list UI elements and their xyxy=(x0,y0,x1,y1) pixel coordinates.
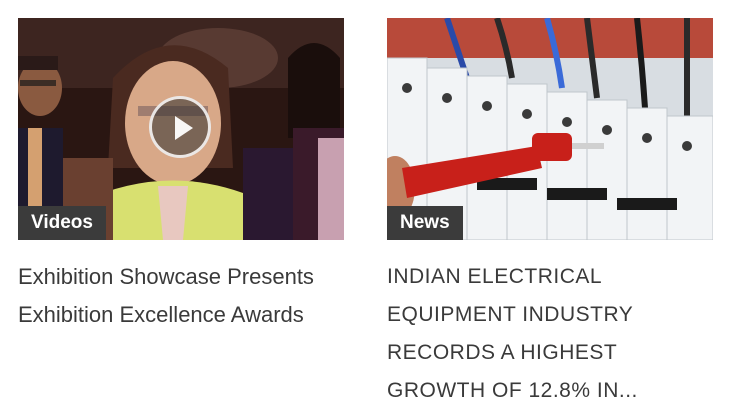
card-title[interactable]: INDIAN ELECTRICAL EQUIPMENT INDUSTRY REC… xyxy=(387,258,713,410)
category-badge[interactable]: News xyxy=(387,206,463,240)
video-thumbnail[interactable]: Videos xyxy=(18,18,344,240)
content-card-videos[interactable]: Videos Exhibition Showcase Presents Exhi… xyxy=(18,18,344,334)
news-thumbnail[interactable]: News xyxy=(387,18,713,240)
play-icon xyxy=(175,116,193,140)
play-button[interactable] xyxy=(149,96,211,158)
content-card-news[interactable]: News INDIAN ELECTRICAL EQUIPMENT INDUSTR… xyxy=(387,18,713,410)
category-badge[interactable]: Videos xyxy=(18,206,106,240)
card-title[interactable]: Exhibition Showcase Presents Exhibition … xyxy=(18,258,344,334)
